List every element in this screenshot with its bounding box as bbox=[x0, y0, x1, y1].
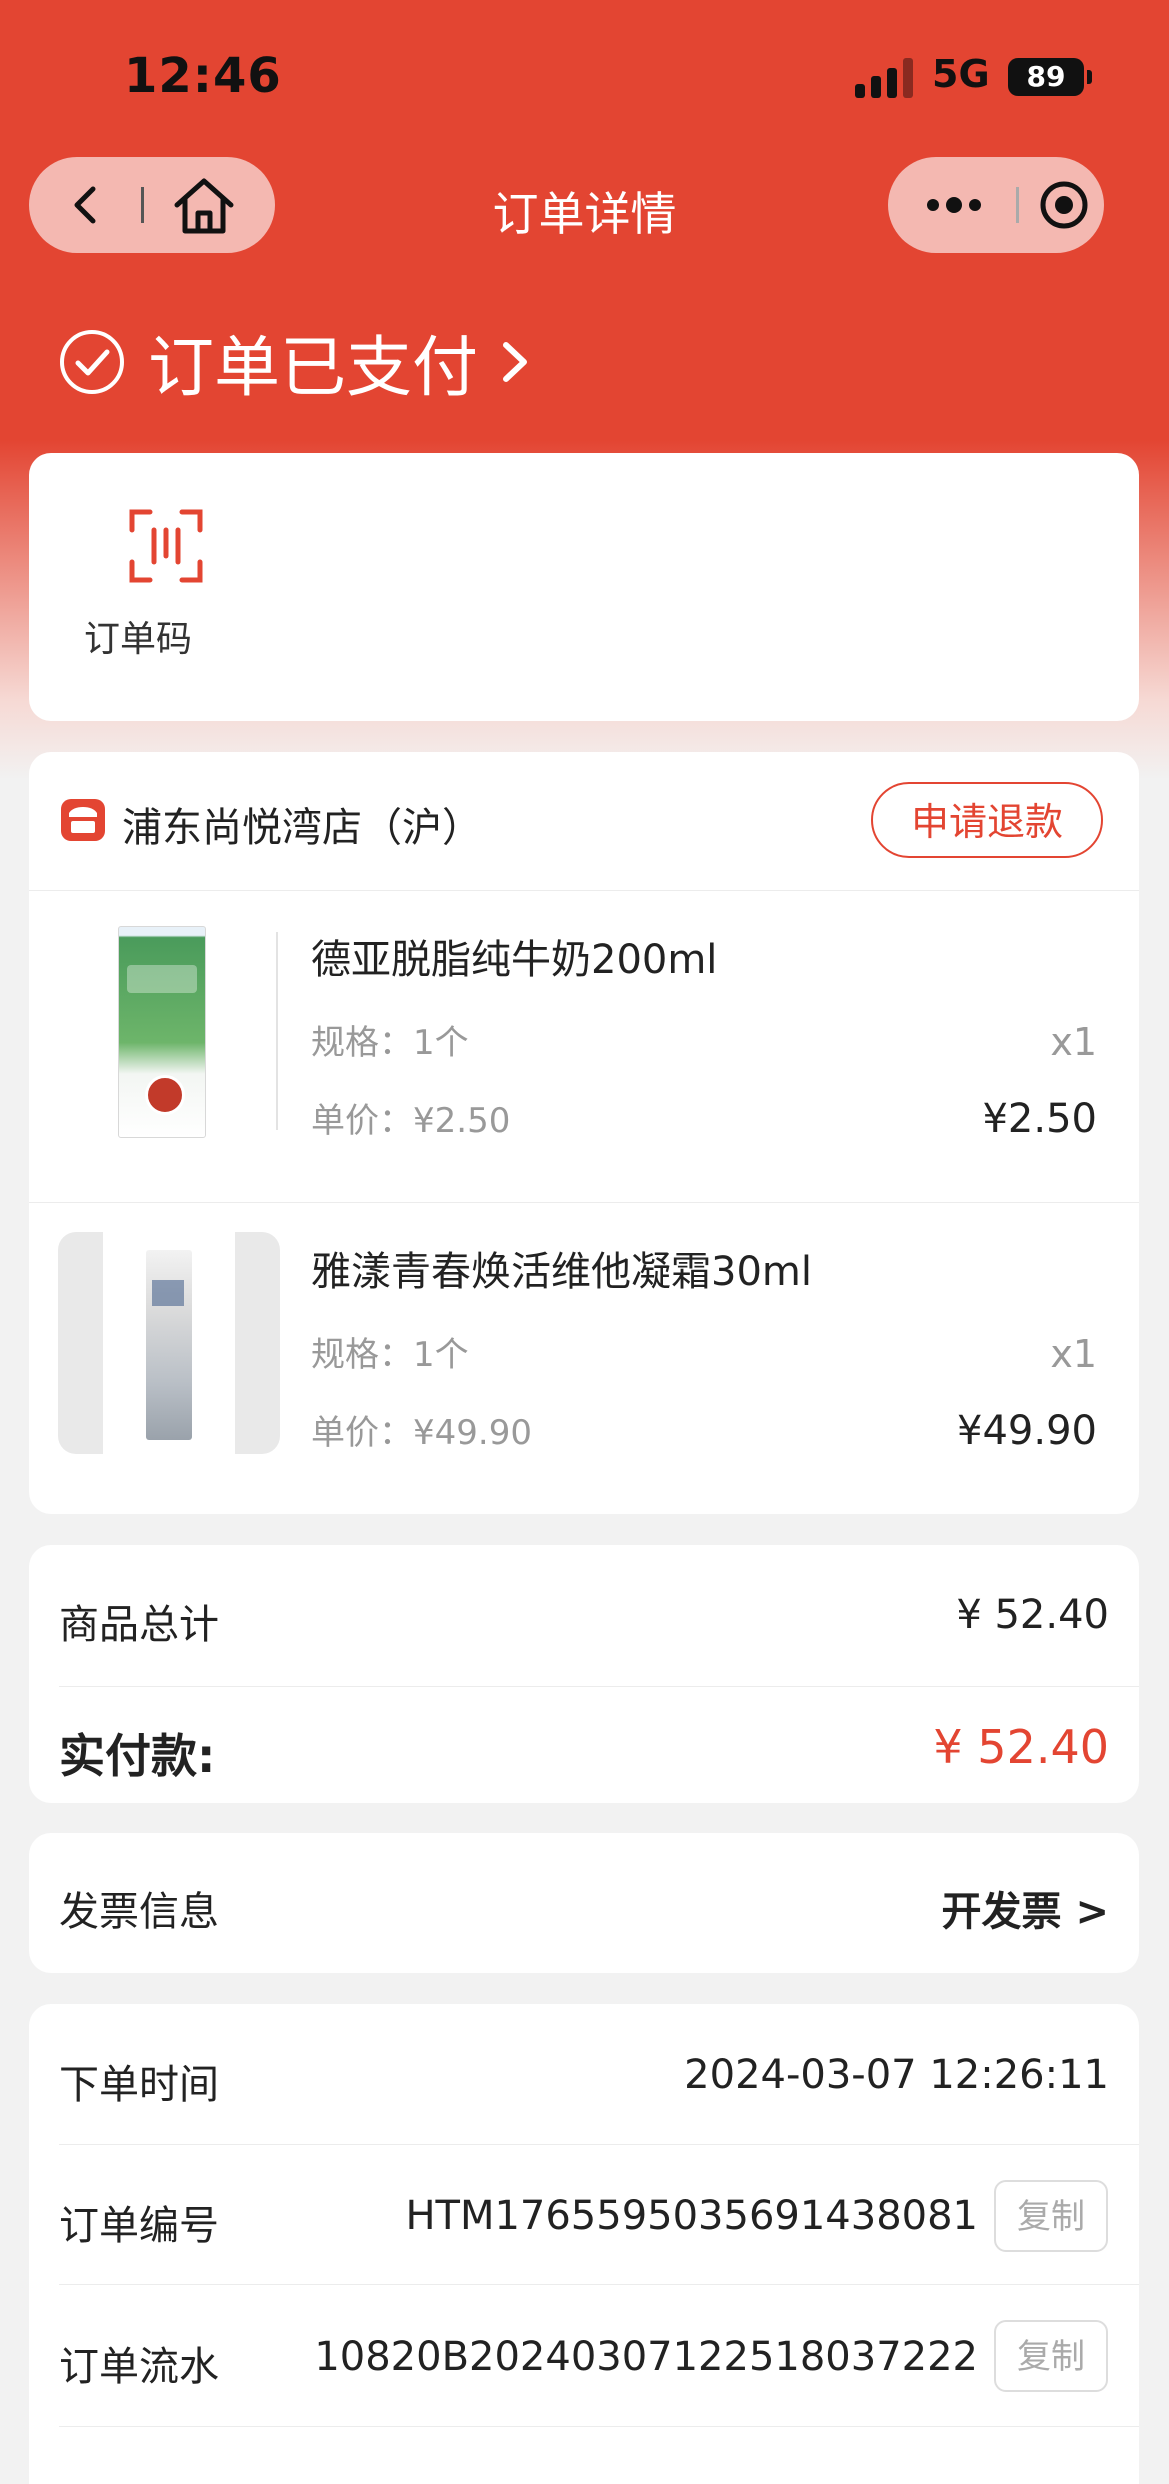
item-name: 雅漾青春焕活维他凝霜30ml bbox=[311, 1249, 812, 1295]
more-icon[interactable] bbox=[924, 187, 984, 223]
serial-value: 10820B20240307122518037222 bbox=[314, 2334, 978, 2380]
paid-label: 实付款: bbox=[59, 1729, 216, 1783]
order-time-label: 下单时间 bbox=[59, 2062, 219, 2108]
check-circle-icon bbox=[60, 330, 124, 394]
divider bbox=[29, 1202, 1139, 1203]
item-quantity: x1 bbox=[1050, 1332, 1097, 1376]
battery-level: 89 bbox=[1026, 60, 1066, 93]
close-miniprogram-icon[interactable] bbox=[1038, 179, 1090, 231]
capsule-divider bbox=[1016, 187, 1019, 223]
order-code-label[interactable]: 订单码 bbox=[84, 610, 192, 662]
serial-label: 订单流水 bbox=[59, 2344, 219, 2390]
order-status-text: 订单已支付 bbox=[148, 329, 478, 406]
store-icon bbox=[61, 799, 105, 841]
scan-code-icon[interactable] bbox=[128, 508, 204, 584]
order-code-card bbox=[29, 453, 1139, 721]
item-unit-price: 单价：¥49.90 bbox=[311, 1413, 532, 1453]
battery-icon: 89 bbox=[1008, 58, 1092, 96]
order-status[interactable]: 订单已支付 bbox=[58, 325, 532, 406]
divider bbox=[59, 1686, 1139, 1687]
network-type: 5G bbox=[932, 52, 990, 96]
item-name: 德亚脱脂纯牛奶200ml bbox=[311, 937, 718, 983]
signal-icon bbox=[855, 58, 913, 98]
paid-value: ¥ 52.40 bbox=[933, 1720, 1109, 1774]
store-name[interactable]: 浦东尚悦湾店（沪） bbox=[122, 795, 482, 853]
refund-button[interactable]: 申请退款 bbox=[871, 782, 1103, 858]
invoice-label: 发票信息 bbox=[59, 1889, 219, 1935]
divider bbox=[59, 2426, 1139, 2427]
product-image-milk bbox=[118, 926, 206, 1138]
item-total: ¥2.50 bbox=[982, 1096, 1097, 1142]
subtotal-value: ¥ 52.40 bbox=[956, 1592, 1109, 1638]
subtotal-label: 商品总计 bbox=[59, 1602, 219, 1648]
item-unit-price: 单价：¥2.50 bbox=[311, 1101, 511, 1141]
order-number-label: 订单编号 bbox=[59, 2203, 219, 2249]
order-number-value: HTM1765595035691438081 bbox=[405, 2193, 978, 2239]
copy-order-number-button[interactable]: 复制 bbox=[994, 2180, 1108, 2252]
product-image-cream bbox=[58, 1232, 280, 1454]
order-time-value: 2024-03-07 12:26:11 bbox=[684, 2052, 1109, 2098]
item-spec: 规格：1个 bbox=[311, 1023, 469, 1063]
image-divider bbox=[276, 932, 278, 1130]
divider bbox=[29, 890, 1139, 891]
copy-serial-button[interactable]: 复制 bbox=[994, 2320, 1108, 2392]
nav-right-capsule bbox=[888, 157, 1104, 253]
issue-invoice-link[interactable]: 开发票 > bbox=[942, 1879, 1109, 1937]
chevron-right-icon bbox=[503, 342, 527, 382]
divider bbox=[59, 2284, 1139, 2285]
item-quantity: x1 bbox=[1050, 1020, 1097, 1064]
status-time: 12:46 bbox=[124, 48, 282, 104]
item-total: ¥49.90 bbox=[957, 1408, 1097, 1454]
divider bbox=[59, 2144, 1139, 2145]
item-spec: 规格：1个 bbox=[311, 1335, 469, 1375]
